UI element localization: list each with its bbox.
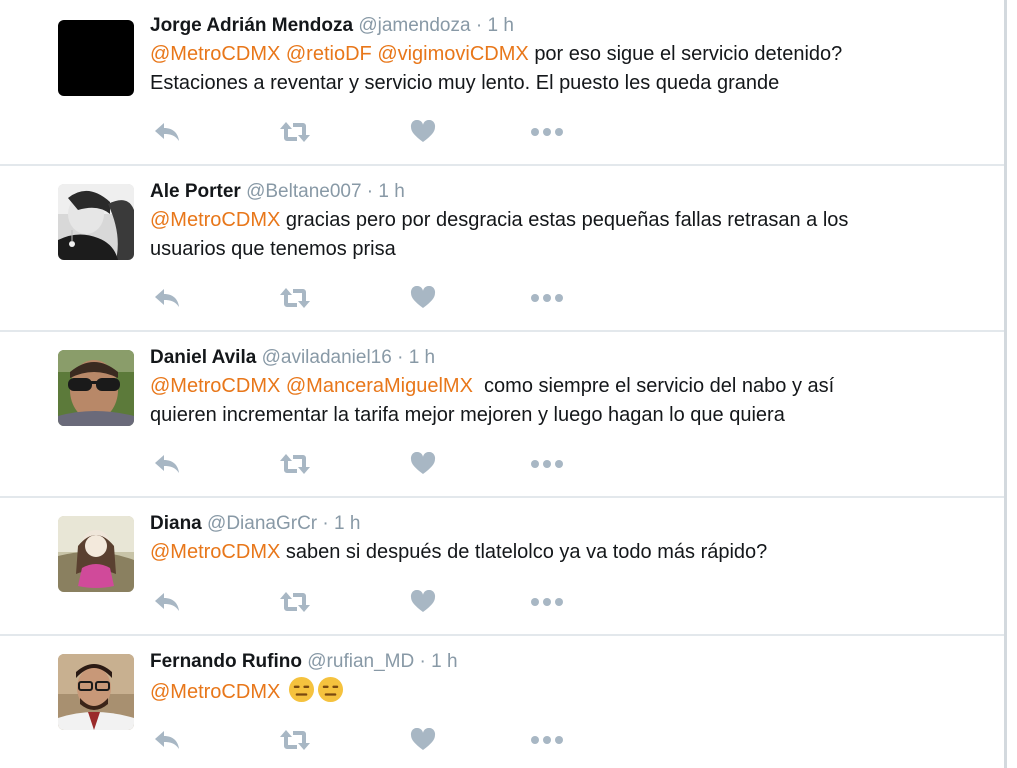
- mention-link[interactable]: @MetroCDMX: [150, 43, 280, 65]
- more-dots-icon: [531, 460, 563, 468]
- author-handle[interactable]: @aviladaniel16: [262, 347, 392, 368]
- tweet-text-body: como siempre el servicio del nabo y así: [484, 375, 835, 397]
- like-button[interactable]: [406, 587, 440, 617]
- reply-button[interactable]: [150, 283, 184, 313]
- retweet-icon: [280, 288, 310, 308]
- tweet[interactable]: Fernando Rufino @rufian_MD · 1 h @MetroC…: [0, 636, 1004, 768]
- tweet[interactable]: Diana @DianaGrCr · 1 h @MetroCDMX saben …: [0, 498, 1004, 636]
- like-button[interactable]: [406, 449, 440, 479]
- avatar[interactable]: [58, 350, 134, 426]
- separator: ·: [391, 347, 409, 368]
- more-dots-icon: [531, 598, 563, 606]
- tweet[interactable]: Daniel Avila @aviladaniel16 · 1 h @Metro…: [0, 332, 1004, 498]
- author-handle[interactable]: @jamendoza: [358, 15, 470, 36]
- tweet-text-body: Estaciones a reventar y servicio muy len…: [150, 72, 780, 94]
- separator: ·: [361, 181, 379, 202]
- reply-icon: [155, 731, 179, 749]
- timeline-border: [1004, 0, 1007, 768]
- reply-icon: [155, 455, 179, 473]
- author-name[interactable]: Jorge Adrián Mendoza: [150, 15, 353, 36]
- separator: ·: [470, 15, 488, 36]
- retweet-button[interactable]: [278, 587, 312, 617]
- timestamp[interactable]: 1 h: [487, 15, 513, 36]
- reply-icon: [155, 593, 179, 611]
- author-name[interactable]: Ale Porter: [150, 181, 241, 202]
- retweet-button[interactable]: [278, 117, 312, 147]
- tweet[interactable]: Jorge Adrián Mendoza @jamendoza · 1 h @M…: [0, 0, 1004, 166]
- mention-link[interactable]: @ManceraMiguelMX: [286, 375, 473, 397]
- heart-icon: [410, 286, 436, 308]
- retweet-icon: [280, 454, 310, 474]
- author-name[interactable]: Fernando Rufino: [150, 651, 302, 672]
- more-button[interactable]: [530, 449, 564, 479]
- tweet-header: Ale Porter @Beltane007 · 1 h: [150, 178, 984, 206]
- avatar[interactable]: [58, 516, 134, 592]
- reply-button[interactable]: [150, 449, 184, 479]
- reply-button[interactable]: [150, 117, 184, 147]
- reply-button[interactable]: [150, 587, 184, 617]
- retweet-icon: [280, 122, 310, 142]
- avatar[interactable]: [58, 184, 134, 260]
- tweet-text-body: quieren incrementar la tarifa mejor mejo…: [150, 404, 785, 426]
- more-button[interactable]: [530, 283, 564, 313]
- timestamp[interactable]: 1 h: [431, 651, 457, 672]
- more-button[interactable]: [530, 587, 564, 617]
- tweet-text-body: por eso sigue el servicio detenido?: [534, 43, 843, 65]
- author-handle[interactable]: @Beltane007: [246, 181, 361, 202]
- tweet[interactable]: Ale Porter @Beltane007 · 1 h @MetroCDMX …: [0, 166, 1004, 332]
- author-handle[interactable]: @DianaGrCr: [207, 513, 317, 534]
- reply-button[interactable]: [150, 725, 184, 755]
- heart-icon: [410, 590, 436, 612]
- expressionless-face-emoji: [317, 676, 343, 703]
- like-button[interactable]: [406, 725, 440, 755]
- like-button[interactable]: [406, 117, 440, 147]
- more-dots-icon: [531, 294, 563, 302]
- author-handle[interactable]: @rufian_MD: [307, 651, 414, 672]
- mention-link[interactable]: @vigimoviCDMX: [377, 43, 528, 65]
- retweet-icon: [280, 592, 310, 612]
- avatar[interactable]: [58, 20, 134, 96]
- more-dots-icon: [531, 128, 563, 136]
- tweet-text-body: saben si después de tlatelolco ya va tod…: [285, 541, 768, 563]
- tweet-header: Diana @DianaGrCr · 1 h: [150, 510, 984, 538]
- separator: ·: [317, 513, 335, 534]
- retweet-button[interactable]: [278, 283, 312, 313]
- heart-icon: [410, 452, 436, 474]
- tweet-text-body: usuarios que tenemos prisa: [150, 238, 396, 260]
- separator: ·: [414, 651, 432, 672]
- mention-link[interactable]: @retioDF: [286, 43, 372, 65]
- retweet-button[interactable]: [278, 725, 312, 755]
- more-button[interactable]: [530, 725, 564, 755]
- timestamp[interactable]: 1 h: [334, 513, 360, 534]
- heart-icon: [410, 120, 436, 142]
- tweet-text: @MetroCDMX saben si después de tlatelolc…: [150, 538, 984, 567]
- tweet-text: @MetroCDMX @retioDF @vigimoviCDMX por es…: [150, 40, 984, 98]
- tweet-header: Jorge Adrián Mendoza @jamendoza · 1 h: [150, 12, 984, 40]
- tweet-text: @MetroCDMX gracias pero por desgracia es…: [150, 206, 984, 264]
- more-button[interactable]: [530, 117, 564, 147]
- retweet-icon: [280, 730, 310, 750]
- tweet-text-body: gracias pero por desgracia estas pequeña…: [285, 209, 849, 231]
- reply-icon: [155, 289, 179, 307]
- mention-link[interactable]: @MetroCDMX: [150, 375, 280, 397]
- tweet-text: @MetroCDMX: [150, 676, 984, 707]
- mention-link[interactable]: @MetroCDMX: [150, 541, 280, 563]
- expressionless-face-emoji: [288, 676, 314, 703]
- tweet-header: Fernando Rufino @rufian_MD · 1 h: [150, 648, 984, 676]
- tweet-text: @MetroCDMX @ManceraMiguelMX como siempre…: [150, 372, 984, 430]
- mention-link[interactable]: @MetroCDMX: [150, 209, 280, 231]
- like-button[interactable]: [406, 283, 440, 313]
- heart-icon: [410, 728, 436, 750]
- retweet-button[interactable]: [278, 449, 312, 479]
- tweet-header: Daniel Avila @aviladaniel16 · 1 h: [150, 344, 984, 372]
- author-name[interactable]: Daniel Avila: [150, 347, 256, 368]
- timeline: Jorge Adrián Mendoza @jamendoza · 1 h @M…: [0, 0, 1004, 768]
- more-dots-icon: [531, 736, 563, 744]
- mention-link[interactable]: @MetroCDMX: [150, 681, 280, 703]
- timestamp[interactable]: 1 h: [378, 181, 404, 202]
- avatar[interactable]: [58, 654, 134, 730]
- timestamp[interactable]: 1 h: [409, 347, 435, 368]
- reply-icon: [155, 123, 179, 141]
- author-name[interactable]: Diana: [150, 513, 202, 534]
